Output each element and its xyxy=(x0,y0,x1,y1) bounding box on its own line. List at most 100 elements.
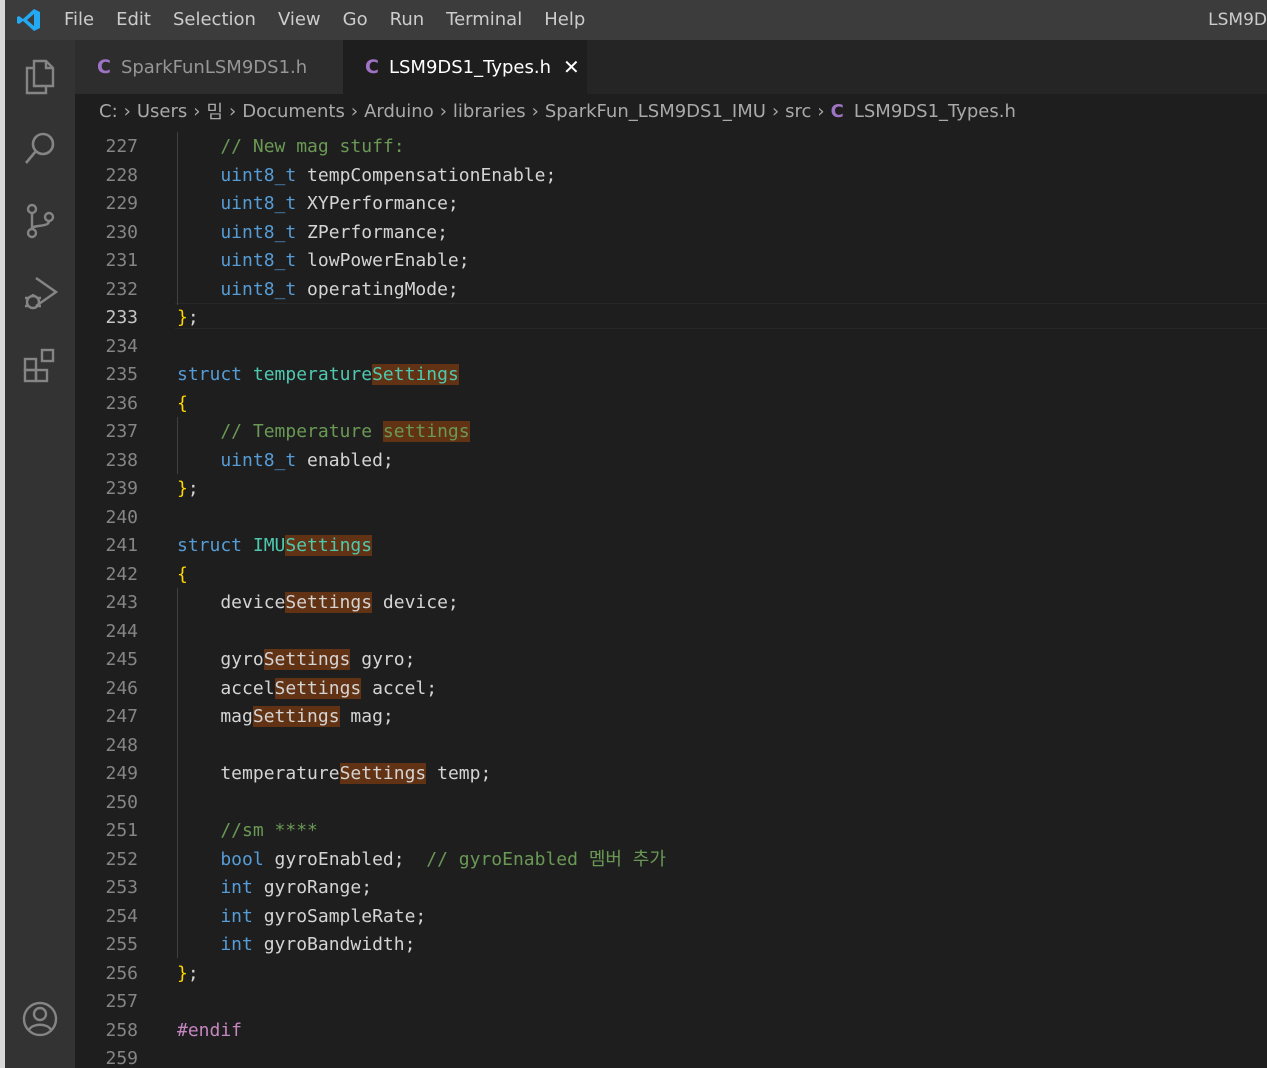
vscode-logo-icon[interactable] xyxy=(5,0,53,40)
line-number[interactable]: 236 xyxy=(75,390,138,418)
line-number[interactable]: 231 xyxy=(75,247,138,275)
chevron-right-icon: › xyxy=(350,100,359,122)
line-number[interactable]: 256 xyxy=(75,960,138,988)
line-number[interactable]: 251 xyxy=(75,817,138,845)
line-number[interactable]: 248 xyxy=(75,732,138,760)
menu-edit[interactable]: Edit xyxy=(105,0,162,40)
code-line[interactable]: 243 deviceSettings device; xyxy=(75,589,1267,617)
close-icon[interactable]: ✕ xyxy=(563,55,580,79)
breadcrumb-item[interactable]: Users xyxy=(137,101,187,122)
code-line[interactable]: 257 xyxy=(75,988,1267,1016)
code-line[interactable]: 247 magSettings mag; xyxy=(75,703,1267,731)
code-line[interactable]: 242 { xyxy=(75,561,1267,589)
code-editor[interactable]: 227 // New mag stuff: 228 uint8_t tempCom… xyxy=(75,128,1267,1068)
breadcrumb-item[interactable]: C: xyxy=(99,101,118,122)
tab-sparkfunlsm9ds1-h[interactable]: C SparkFunLSM9DS1.h xyxy=(75,40,343,94)
line-number[interactable]: 259 xyxy=(75,1045,138,1068)
line-number[interactable]: 253 xyxy=(75,874,138,902)
line-number[interactable]: 255 xyxy=(75,931,138,959)
run-debug-icon[interactable] xyxy=(19,272,61,314)
line-number[interactable]: 244 xyxy=(75,618,138,646)
breadcrumb-item[interactable]: 밈 xyxy=(206,98,223,124)
code-line[interactable]: 241 struct IMUSettings xyxy=(75,532,1267,560)
code-line[interactable]: 239}; xyxy=(75,475,1267,503)
code-line[interactable]: 258 #endif xyxy=(75,1017,1267,1045)
breadcrumb-item[interactable]: SparkFun_LSM9DS1_IMU xyxy=(545,101,766,122)
code-line[interactable]: 231 uint8_t lowPowerEnable; xyxy=(75,247,1267,275)
line-number[interactable]: 228 xyxy=(75,162,138,190)
menu-go[interactable]: Go xyxy=(332,0,379,40)
source-control-icon[interactable] xyxy=(19,200,61,242)
breadcrumb-item[interactable]: src xyxy=(785,101,811,122)
code-line[interactable]: 259 xyxy=(75,1045,1267,1068)
code-line[interactable]: 238 uint8_t enabled; xyxy=(75,447,1267,475)
line-number[interactable]: 227 xyxy=(75,133,138,161)
line-number[interactable]: 232 xyxy=(75,276,138,304)
line-number[interactable]: 240 xyxy=(75,504,138,532)
breadcrumb-file[interactable]: LSM9DS1_Types.h xyxy=(854,101,1016,122)
code-line[interactable]: 245 gyroSettings gyro; xyxy=(75,646,1267,674)
code-text: uint8_t ZPerformance; xyxy=(177,219,448,247)
line-number[interactable]: 229 xyxy=(75,190,138,218)
code-line[interactable]: 235 struct temperatureSettings xyxy=(75,361,1267,389)
code-line[interactable]: 246 accelSettings accel; xyxy=(75,675,1267,703)
line-number[interactable]: 238 xyxy=(75,447,138,475)
line-number[interactable]: 233 xyxy=(75,304,138,332)
breadcrumb-item[interactable]: libraries xyxy=(453,101,526,122)
code-line[interactable]: 240 xyxy=(75,504,1267,532)
line-number[interactable]: 249 xyxy=(75,760,138,788)
code-text: //sm **** xyxy=(177,817,318,845)
line-number[interactable]: 246 xyxy=(75,675,138,703)
code-line[interactable]: 232 uint8_t operatingMode; xyxy=(75,276,1267,304)
code-token: struct xyxy=(177,364,243,385)
code-line[interactable]: 236 { xyxy=(75,390,1267,418)
code-line[interactable]: 251 //sm **** xyxy=(75,817,1267,845)
line-number[interactable]: 237 xyxy=(75,418,138,446)
menu-terminal[interactable]: Terminal xyxy=(435,0,533,40)
code-line[interactable]: 252 bool gyroEnabled; // gyroEnabled 멤버 … xyxy=(75,846,1267,874)
line-number[interactable]: 247 xyxy=(75,703,138,731)
code-line[interactable]: 255 int gyroBandwidth; xyxy=(75,931,1267,959)
code-line[interactable]: 253 int gyroRange; xyxy=(75,874,1267,902)
tab-lsm9ds1-types-h[interactable]: C LSM9DS1_Types.h ✕ xyxy=(343,40,587,94)
line-number[interactable]: 257 xyxy=(75,988,138,1016)
line-number[interactable]: 241 xyxy=(75,532,138,560)
line-number[interactable]: 252 xyxy=(75,846,138,874)
line-number[interactable]: 245 xyxy=(75,646,138,674)
breadcrumb-item[interactable]: Arduino xyxy=(364,101,434,122)
line-number[interactable]: 250 xyxy=(75,789,138,817)
menu-file[interactable]: File xyxy=(53,0,105,40)
menu-view[interactable]: View xyxy=(267,0,332,40)
line-number[interactable]: 239 xyxy=(75,475,138,503)
code-line[interactable]: 250 xyxy=(75,789,1267,817)
menu-selection[interactable]: Selection xyxy=(162,0,267,40)
line-number[interactable]: 254 xyxy=(75,903,138,931)
menu-run[interactable]: Run xyxy=(379,0,436,40)
line-number[interactable]: 242 xyxy=(75,561,138,589)
code-line[interactable]: 237 // Temperature settings xyxy=(75,418,1267,446)
code-line[interactable]: 249 temperatureSettings temp; xyxy=(75,760,1267,788)
explorer-icon[interactable] xyxy=(19,56,61,98)
code-line[interactable]: 244 xyxy=(75,618,1267,646)
breadcrumb-item[interactable]: Documents xyxy=(242,101,345,122)
code-line[interactable]: 234 xyxy=(75,333,1267,361)
code-text: // New mag stuff: xyxy=(177,133,404,161)
code-line[interactable]: 248 xyxy=(75,732,1267,760)
code-line[interactable]: 256}; xyxy=(75,960,1267,988)
line-number[interactable]: 235 xyxy=(75,361,138,389)
code-line[interactable]: 254 int gyroSampleRate; xyxy=(75,903,1267,931)
code-line[interactable]: 229 uint8_t XYPerformance; xyxy=(75,190,1267,218)
line-number[interactable]: 234 xyxy=(75,333,138,361)
extensions-icon[interactable] xyxy=(19,344,61,386)
line-number[interactable]: 243 xyxy=(75,589,138,617)
code-line[interactable]: 230 uint8_t ZPerformance; xyxy=(75,219,1267,247)
code-line[interactable]: 233}; xyxy=(75,304,1267,332)
account-icon[interactable] xyxy=(19,998,61,1040)
search-icon[interactable] xyxy=(19,128,61,170)
code-line[interactable]: 228 uint8_t tempCompensationEnable; xyxy=(75,162,1267,190)
line-number[interactable]: 230 xyxy=(75,219,138,247)
code-text: temperatureSettings temp; xyxy=(177,760,491,788)
menu-help[interactable]: Help xyxy=(533,0,596,40)
line-number[interactable]: 258 xyxy=(75,1017,138,1045)
code-line[interactable]: 227 // New mag stuff: xyxy=(75,133,1267,161)
